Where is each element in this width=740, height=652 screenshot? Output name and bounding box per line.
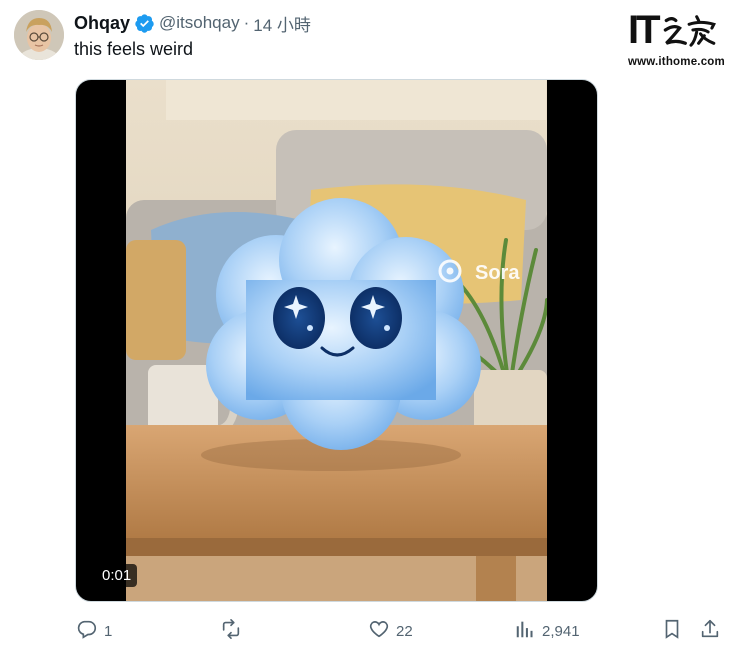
tweet-actions: 1 22 2,941 [0,618,740,646]
video-player[interactable]: Sora 0:01 [75,79,598,602]
tweet-text: this feels weird [74,39,194,59]
reply-count: 1 [104,622,113,640]
like-button[interactable]: 22 [368,618,413,644]
views-icon [514,618,536,644]
views-button[interactable]: 2,941 [514,618,580,644]
ithome-watermark: IT www.ithome.com [628,10,732,68]
avatar[interactable] [14,10,64,60]
sora-watermark: Sora [475,262,520,284]
tweet-header: Ohqay @itsohqay · 14 小時 [74,11,311,35]
reply-icon [76,618,98,644]
video-frame[interactable]: Sora [126,80,547,602]
separator-dot: · [243,13,250,32]
author-name[interactable]: Ohqay [74,13,130,34]
video-timestamp: 0:01 [96,564,138,587]
view-count: 2,941 [542,622,580,640]
verified-badge-icon [134,13,155,34]
repost-icon [220,618,242,644]
share-button[interactable] [699,618,721,644]
author-handle[interactable]: @itsohqay [159,13,240,33]
share-icon [699,618,721,644]
like-count: 22 [396,622,413,640]
like-icon [368,618,390,644]
reply-button[interactable]: 1 [76,618,112,644]
ithome-logo: IT [628,10,732,50]
bookmark-button[interactable] [661,618,683,644]
repost-button[interactable] [220,618,248,644]
ithome-url: www.ithome.com [628,56,725,68]
bookmark-icon [661,618,683,644]
post-time[interactable]: 14 小時 [253,11,311,36]
